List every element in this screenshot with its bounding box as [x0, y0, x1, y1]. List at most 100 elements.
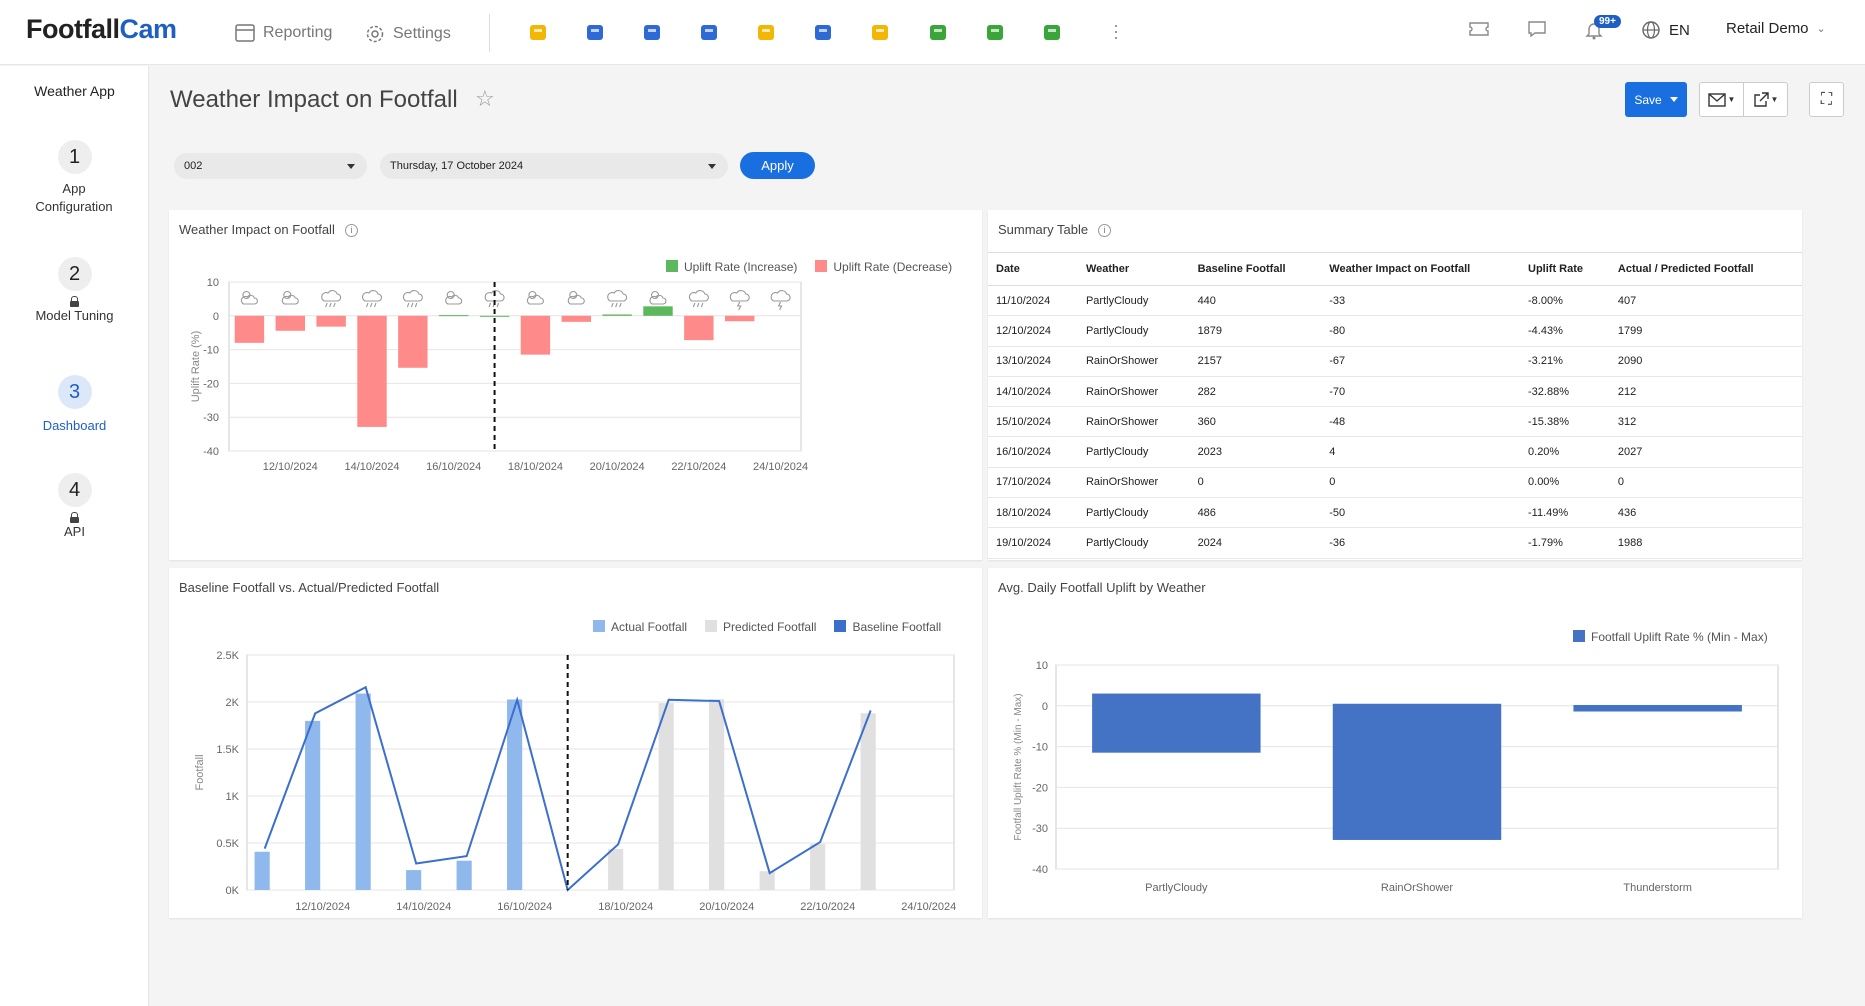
- table-cell: RainOrShower: [1077, 346, 1190, 377]
- predicted-bar-19/10/2024: [658, 703, 674, 890]
- page-title: Weather Impact on Footfall: [170, 86, 458, 113]
- x-tick-label: 18/10/2024: [598, 901, 653, 913]
- step-model-tuning[interactable]: 2 Model Tuning: [0, 257, 149, 323]
- table-cell: -36: [1321, 527, 1521, 559]
- bolt-part: [777, 301, 783, 311]
- table-cell: -32.88%: [1520, 376, 1610, 408]
- rain-drop: [692, 302, 696, 308]
- table-cell: PartlyCloudy: [1077, 436, 1190, 468]
- rain-drop: [369, 302, 373, 308]
- table-cell: 14/10/2024: [988, 376, 1078, 408]
- y-tick-label: 1.5K: [216, 744, 239, 756]
- calendar-star-icon[interactable]: [984, 21, 1006, 43]
- x-tick-label: 24/10/2024: [901, 901, 956, 913]
- table-cell: 312: [1609, 406, 1802, 438]
- favorite-star-icon[interactable]: ☆: [475, 86, 495, 112]
- sun-part: [528, 290, 537, 300]
- table-cell: -33: [1321, 285, 1521, 317]
- account-menu[interactable]: Retail Demo ⌄: [1726, 20, 1826, 37]
- info-icon[interactable]: i: [1098, 224, 1112, 237]
- y-tick-label: -20: [1032, 782, 1048, 794]
- x-tick-label: 12/10/2024: [295, 901, 350, 913]
- x-tick-label: 20/10/2024: [699, 901, 754, 913]
- notification-badge: 99+: [1594, 15, 1621, 28]
- actual-bar-13/10/2024: [355, 693, 371, 890]
- column-header[interactable]: Weather: [1077, 252, 1190, 286]
- sidebar-title: Weather App: [34, 83, 115, 99]
- rain-drop: [373, 302, 377, 308]
- table-cell: -1.79%: [1520, 527, 1610, 559]
- apply-button[interactable]: Apply: [740, 152, 815, 179]
- partly-cloudy-icon: [526, 290, 544, 305]
- y-tick-label: 2.5K: [216, 650, 239, 662]
- more-menu-icon[interactable]: · · ·: [1113, 16, 1119, 46]
- wifi-icon[interactable]: [869, 21, 891, 43]
- baseline-vs-actual-panel: Baseline Footfall vs. Actual/Predicted F…: [169, 568, 982, 918]
- y-axis-label: Footfall Uplift Rate % (Min - Max): [1013, 693, 1024, 840]
- airplane-icon[interactable]: [641, 21, 663, 43]
- summary-table: Date Weather Baseline Footfall Weather Impa…: [988, 252, 1802, 559]
- step-label: App Configuration: [35, 181, 113, 214]
- y-tick-label: 0: [1042, 701, 1048, 713]
- partly-cloudy-icon: [445, 290, 463, 305]
- table-row: 13/10/2024 RainOrShower 2157 -67 -3.21% 2090: [988, 346, 1802, 377]
- y-tick-label: 1K: [226, 791, 240, 803]
- language-selector[interactable]: EN: [1641, 20, 1690, 40]
- column-header[interactable]: Date: [988, 252, 1078, 286]
- nav-reporting[interactable]: Reporting: [235, 24, 332, 42]
- step-dashboard[interactable]: 3 Dashboard: [0, 375, 149, 433]
- table-cell: 2024: [1189, 527, 1322, 559]
- step-label: Model Tuning: [35, 308, 114, 323]
- table-cell: -67: [1321, 346, 1521, 377]
- calendar-star-icon[interactable]: [927, 21, 949, 43]
- column-header[interactable]: Actual / Predicted Footfall: [1609, 252, 1802, 286]
- export-button[interactable]: ▼: [1743, 83, 1787, 116]
- bar-11/10/2024: [234, 315, 265, 343]
- hardhat-icon[interactable]: [527, 21, 549, 43]
- sun-part: [650, 290, 660, 300]
- table-cell: -8.00%: [1520, 285, 1610, 317]
- cloud-part: [688, 290, 709, 302]
- bank-icon[interactable]: [584, 21, 606, 43]
- bar-15/10/2024: [398, 315, 428, 368]
- date-select[interactable]: Thursday, 17 October 2024: [380, 153, 728, 179]
- sun-part: [569, 290, 578, 300]
- step-api[interactable]: 4 API: [0, 473, 149, 539]
- actual-bar-14/10/2024: [406, 870, 422, 890]
- site-select[interactable]: 002: [174, 153, 367, 179]
- bar-19/10/2024: [561, 315, 591, 322]
- save-button[interactable]: Save: [1625, 82, 1687, 117]
- email-button[interactable]: ▼: [1700, 83, 1743, 116]
- predicted-bar-20/10/2024: [709, 699, 725, 890]
- lock-icon: [70, 512, 79, 523]
- fullscreen-button[interactable]: ⛶: [1809, 82, 1844, 117]
- nav-settings[interactable]: Settings: [365, 24, 451, 44]
- column-header[interactable]: Baseline Footfall: [1189, 252, 1322, 286]
- rain-drop: [410, 302, 414, 308]
- money-icon[interactable]: [1041, 21, 1063, 43]
- table-cell: -50: [1321, 497, 1521, 529]
- footfallcam-logo[interactable]: FootfallCam: [26, 14, 177, 45]
- predicted-bar-18/10/2024: [608, 849, 624, 890]
- store-icon[interactable]: [698, 21, 720, 43]
- rain-drop: [329, 302, 332, 308]
- ticket-icon[interactable]: [1468, 20, 1490, 38]
- chat-icon[interactable]: [1527, 20, 1547, 38]
- gear-icon: [366, 25, 384, 43]
- y-tick-label: -20: [203, 378, 219, 390]
- chart-report-icon[interactable]: [755, 21, 777, 43]
- column-header[interactable]: Weather Impact on Footfall: [1321, 252, 1521, 286]
- table-row: 18/10/2024 PartlyCloudy 486 -50 -11.49% 436: [988, 497, 1802, 529]
- uplift-by-weather-chart: 10 0 -10 -20 -30 -40 Footfall Uplift Rate % (M…: [1013, 660, 1779, 894]
- step-app-configuration[interactable]: 1 App Configuration: [0, 140, 149, 216]
- table-row: 17/10/2024 RainOrShower 0 0 0.00% 0: [988, 467, 1802, 499]
- table-cell: 2027: [1609, 436, 1802, 468]
- table-row: 15/10/2024 RainOrShower 360 -48 -15.38% 312: [988, 406, 1802, 438]
- table-cell: 360: [1189, 406, 1322, 438]
- column-header[interactable]: Uplift Rate: [1520, 252, 1610, 286]
- globe-icon: [1642, 21, 1660, 39]
- x-tick-label: 20/10/2024: [590, 461, 645, 473]
- rain-drop: [488, 302, 492, 308]
- table-cell: 15/10/2024: [988, 406, 1078, 438]
- people-flow-icon[interactable]: [812, 21, 834, 43]
